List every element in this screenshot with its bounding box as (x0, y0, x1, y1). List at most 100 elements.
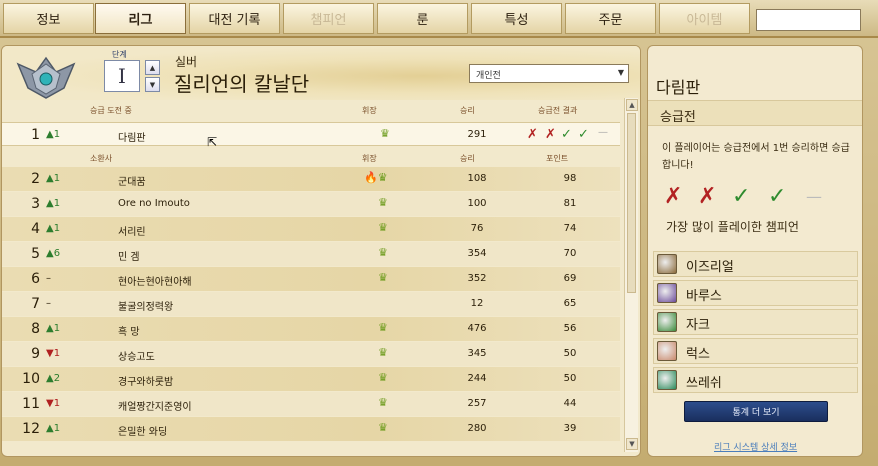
badge-icon: ♛ (378, 371, 388, 384)
points: 56 (563, 323, 577, 334)
scroll-up-button[interactable]: ▲ (626, 99, 638, 111)
loss-mark-icon: ✗ (664, 184, 683, 209)
champion-portrait-icon (657, 254, 677, 274)
badge-icon: ♛ (378, 321, 388, 334)
tab-bar: 정보 리그 대전 기록 챔피언 룬 특성 주문 아이템 (0, 0, 878, 38)
chevron-down-icon: ▼ (617, 68, 624, 77)
tab-items[interactable]: 아이템 (659, 3, 750, 34)
champion-portrait-icon (657, 283, 677, 303)
tab-match-history[interactable]: 대전 기록 (189, 3, 280, 34)
champion-portrait-icon (657, 341, 677, 361)
league-window: 정보 리그 대전 기록 챔피언 룬 특성 주문 아이템 단계 I ▲ ▼ 실버 … (0, 0, 878, 466)
division-field[interactable]: I (104, 60, 140, 92)
tab-champions[interactable]: 챔피언 (283, 3, 374, 34)
wins: 12 (470, 298, 484, 309)
table-row[interactable]: 10 ▲2 경구와하룻밤 ♛ 244 50 (2, 367, 620, 391)
summoner-name: 군대꿈 (118, 177, 146, 188)
points: 69 (563, 273, 577, 284)
badge-icon: ♛ (378, 246, 388, 259)
division-up-button[interactable]: ▲ (145, 60, 160, 75)
scroll-down-button[interactable]: ▼ (626, 438, 638, 450)
queue-select[interactable]: 개인전 ▼ (469, 64, 629, 83)
tab-masteries[interactable]: 특성 (471, 3, 562, 34)
division-down-button[interactable]: ▼ (145, 77, 160, 92)
rank-change: ▲1 (46, 223, 61, 234)
wins: 352 (467, 273, 487, 284)
wins: 257 (467, 398, 487, 409)
scrollbar[interactable]: ▲ ▼ (624, 98, 638, 452)
champion-name: 자크 (686, 318, 710, 333)
wins: 100 (467, 198, 487, 209)
mouse-cursor-icon: ⇱ (207, 135, 218, 149)
champion-name: 쓰레쉬 (686, 376, 722, 391)
table-row[interactable]: 4 ▲1 서리린 ♛ 76 74 (2, 217, 620, 241)
summoner-name: 서리린 (118, 227, 146, 238)
rank-change: ▲2 (46, 373, 61, 384)
champion-name: 럭스 (686, 347, 710, 362)
table-row[interactable]: 7– 불굴의정력왕 12 65 (2, 292, 620, 316)
promo-message: 이 플레이어는 승급전에서 1번 승리하면 승급합니다! (662, 143, 850, 171)
badge-icon: ♛ (378, 346, 388, 359)
table-row[interactable]: 12 ▲1 은밀한 와딩 ♛ 280 39 (2, 417, 620, 441)
badge-icon: ♛ (378, 221, 388, 234)
summoner-name: 은밀한 와딩 (118, 427, 168, 438)
points: 65 (563, 298, 577, 309)
champion-item[interactable]: 자크 (653, 309, 858, 335)
tab-league[interactable]: 리그 (95, 3, 186, 34)
table-row[interactable]: 9 ▼1 상승고도 ♛ 345 50 (2, 342, 620, 366)
tab-runes[interactable]: 룬 (377, 3, 468, 34)
series-win-icon: ✓ (578, 127, 589, 142)
summoner-name: 현아는현아현아해 (118, 277, 192, 288)
rank: 11 (22, 396, 40, 412)
table-row[interactable]: 3 ▲1 Ore no Imouto ♛ 100 81 (2, 192, 620, 216)
champion-item[interactable]: 쓰레쉬 (653, 367, 858, 393)
scroll-thumb[interactable] (627, 113, 636, 293)
table-header-points: 포인트 (546, 154, 569, 163)
win-mark-icon: ✓ (768, 184, 787, 209)
champion-item[interactable]: 이즈리얼 (653, 251, 858, 277)
league-header: 단계 I ▲ ▼ 실버 질리언의 칼날단 개인전 ▼ (2, 46, 640, 100)
league-info-link[interactable]: 리그 시스템 상세 정보 (714, 440, 797, 453)
rank-change: ▲6 (46, 248, 61, 259)
rank: 8 (31, 321, 40, 337)
league-name: 질리언의 칼날단 (174, 72, 310, 96)
table-row[interactable]: 11 ▼1 캐얼짱간지준영이 ♛ 257 44 (2, 392, 620, 416)
badge-icon: ♛ (378, 421, 388, 434)
table-row[interactable]: 8 ▲1 흑 망 ♛ 476 56 (2, 317, 620, 341)
promo-marks: ✗ ✗ ✓ ✓ — (664, 184, 844, 210)
tab-info[interactable]: 정보 (3, 3, 94, 34)
series-win-icon: ✓ (561, 127, 572, 142)
loss-mark-icon: ✗ (698, 184, 717, 209)
summoner-name: 상승고도 (118, 352, 155, 363)
table-row[interactable]: 6– 현아는현아현아해 ♛ 352 69 (2, 267, 620, 291)
champion-item[interactable]: 럭스 (653, 338, 858, 364)
wins: 108 (467, 173, 487, 184)
rank: 7 (31, 296, 40, 312)
champion-name: 바루스 (686, 289, 722, 304)
summoner-name: 캐얼짱간지준영이 (118, 402, 192, 413)
rank: 12 (22, 421, 40, 437)
champion-item[interactable]: 바루스 (653, 280, 858, 306)
table-header: 소환사 휘장 승리 포인트 (2, 150, 620, 166)
series-row[interactable]: 1 ▲1 다림판 ♛ 291 ✗ ✗ ✓ ✓ — (2, 122, 620, 146)
table-row[interactable]: 5 ▲6 민 겜 ♛ 354 70 (2, 242, 620, 266)
summoner-name: 불굴의정력왕 (118, 302, 174, 313)
more-stats-button[interactable]: 통계 더 보기 (684, 401, 828, 422)
rank: 9 (31, 346, 40, 362)
points: 50 (563, 373, 577, 384)
series-header-result: 승급전 결과 (538, 106, 578, 115)
rank-change: ▲1 (46, 173, 61, 184)
player-panel: 다림판 승급전 이 플레이어는 승급전에서 1번 승리하면 승급합니다! ✗ ✗… (647, 45, 863, 457)
table-header-wins: 승리 (460, 154, 475, 163)
rank-change: ▲1 (46, 323, 61, 334)
table-row[interactable]: 2 ▲1 군대꿈 🔥♛ 108 98 (2, 167, 620, 191)
summoner-name: 흑 망 (118, 327, 140, 338)
wins: 76 (470, 223, 484, 234)
badge-icon: ♛ (378, 196, 388, 209)
rank: 4 (31, 221, 40, 237)
wins: 244 (467, 373, 487, 384)
series-loss-icon: ✗ (527, 127, 538, 142)
search-input[interactable] (756, 9, 861, 31)
tab-spells[interactable]: 주문 (565, 3, 656, 34)
wins: 476 (467, 323, 487, 334)
